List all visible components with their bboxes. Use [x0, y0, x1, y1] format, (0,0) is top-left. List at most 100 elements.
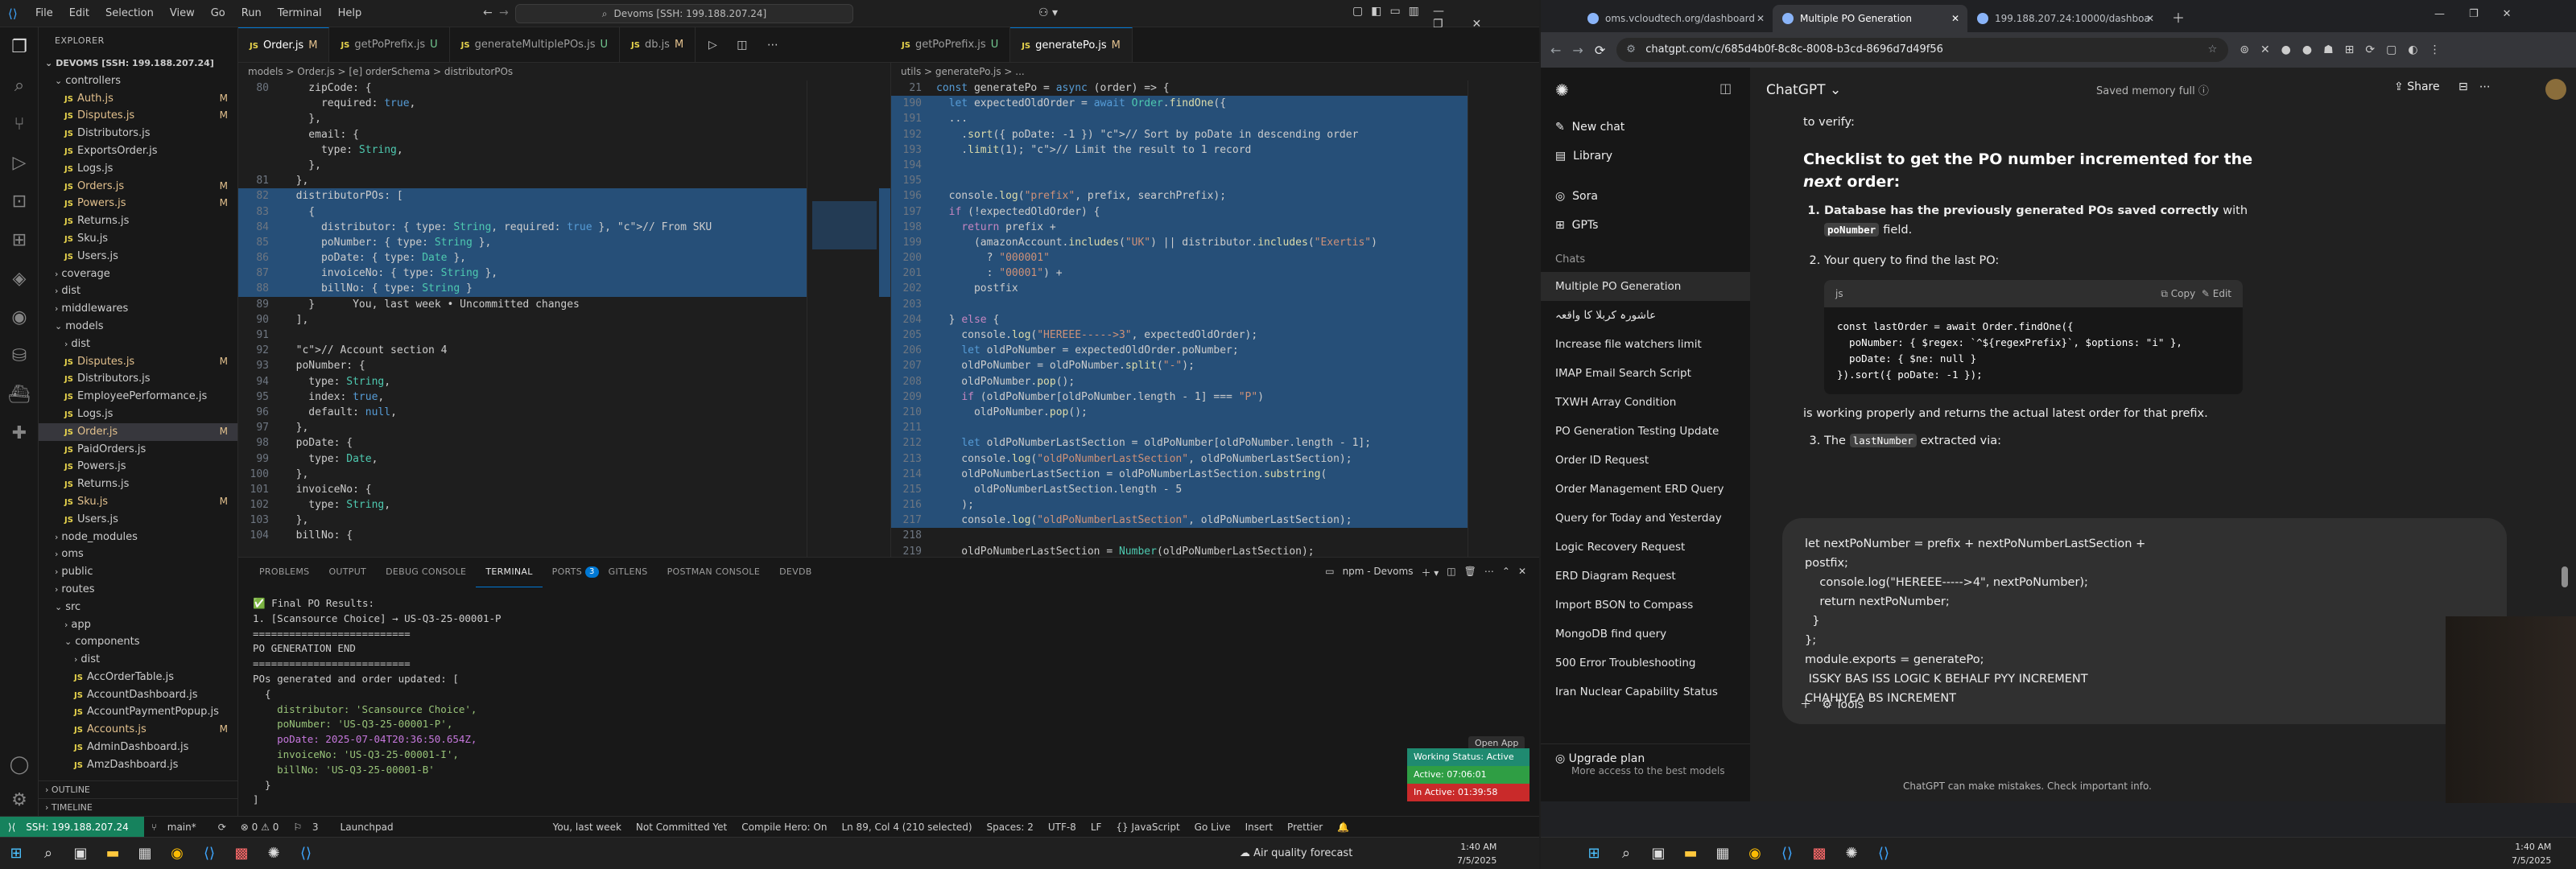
- taskbar-search-icon[interactable]: ⌕: [32, 838, 64, 869]
- extensions-icon[interactable]: ⊞: [0, 220, 39, 259]
- file-explorer-icon[interactable]: ▬: [97, 838, 129, 869]
- file-accountpaymentpopup-js[interactable]: JS AccountPaymentPopup.js: [39, 703, 237, 721]
- menu-item-edit[interactable]: Edit: [61, 0, 97, 27]
- app-taskbar-icon[interactable]: ▩: [1803, 838, 1835, 869]
- menu-item-go[interactable]: Go: [203, 0, 233, 27]
- workspace-root[interactable]: ⌄ DEVOMS [SSH: 199.188.207.24]: [39, 55, 237, 72]
- menu-item-terminal[interactable]: Terminal: [270, 0, 330, 27]
- account-icon[interactable]: ◯: [0, 745, 39, 784]
- avatar[interactable]: [2545, 79, 2566, 100]
- work-status-badge[interactable]: Working Status: Active: [1407, 748, 1530, 766]
- work-status-badge[interactable]: In Active: 01:39:58: [1407, 784, 1530, 801]
- task-view-icon[interactable]: ▣: [64, 838, 97, 869]
- chrome-icon[interactable]: ◉: [1739, 838, 1771, 869]
- share-button[interactable]: ⇪ Share: [2394, 80, 2440, 93]
- close-panel-icon[interactable]: ✕: [1518, 566, 1526, 579]
- library-button[interactable]: ▤ Library: [1541, 142, 1750, 171]
- database-icon[interactable]: ⛁: [0, 336, 39, 375]
- menu-item-file[interactable]: File: [27, 0, 61, 27]
- clock-right[interactable]: 1:40 AM 7/5/2025: [2512, 840, 2551, 867]
- file-employeeperformance-js[interactable]: JS EmployeePerformance.js: [39, 388, 237, 406]
- folder-public[interactable]: › public: [39, 563, 237, 581]
- minimap-left[interactable]: [807, 80, 879, 557]
- chat-history-item[interactable]: Query for Today and Yesterday: [1541, 504, 1750, 533]
- chat-history-item[interactable]: Logic Recovery Request: [1541, 533, 1750, 562]
- folder-coverage[interactable]: › coverage: [39, 266, 237, 283]
- more-icon[interactable]: ⋯: [1484, 566, 1494, 579]
- header-actions[interactable]: ⊟⋯: [2458, 80, 2502, 93]
- editor-right[interactable]: 21 const generatePo = async (order) => {1…: [890, 80, 1539, 557]
- commit-item[interactable]: Not Committed Yet: [629, 822, 734, 833]
- reload-icon[interactable]: ⟳: [1595, 43, 1605, 58]
- chat-history-item[interactable]: Order Management ERD Query: [1541, 475, 1750, 504]
- launchpad-item[interactable]: Launchpad: [333, 822, 401, 833]
- editor-tab[interactable]: JS getPoPrefix.js U: [329, 27, 450, 62]
- run-debug-icon[interactable]: ▷: [0, 143, 39, 182]
- nav-back-icon[interactable]: ←: [483, 6, 493, 19]
- chat-history-item[interactable]: ERD Diagram Request: [1541, 562, 1750, 591]
- chat-history-item[interactable]: IMAP Email Search Script: [1541, 359, 1750, 388]
- split-terminal-icon[interactable]: ◫: [1447, 566, 1455, 579]
- search-icon[interactable]: ⌕: [0, 66, 39, 105]
- app-taskbar-icon[interactable]: ▩: [225, 838, 258, 869]
- file-disputes-js[interactable]: JS Disputes.js M: [39, 107, 237, 125]
- file-exportsorder-js[interactable]: JS ExportsOrder.js: [39, 142, 237, 160]
- chat-history-item[interactable]: TXWH Array Condition: [1541, 388, 1750, 417]
- chrome-window-controls[interactable]: —❐✕: [2434, 8, 2536, 20]
- new-tab-icon[interactable]: ＋: [2162, 5, 2185, 32]
- file-accountdashboard-js[interactable]: JS AccountDashboard.js: [39, 686, 237, 704]
- file-accounts-js[interactable]: JS Accounts.js M: [39, 721, 237, 739]
- panel-tab-gitlens[interactable]: GITLENS: [599, 558, 658, 587]
- eol[interactable]: LF: [1084, 822, 1109, 833]
- tools-button[interactable]: ＋ ⚙ Tools: [1800, 695, 1864, 715]
- folder-controllers[interactable]: ⌄ controllers: [39, 72, 237, 90]
- maximize-panel-icon[interactable]: ⌃: [1502, 566, 1510, 579]
- add-terminal-icon[interactable]: ＋ ▾: [1421, 566, 1439, 579]
- store-icon[interactable]: ▦: [129, 838, 161, 869]
- panel-tab-ports[interactable]: PORTS: [543, 558, 592, 587]
- vscode-taskbar-icon[interactable]: ⟨⟩: [193, 838, 225, 869]
- gpts-button[interactable]: ⊞ GPTs: [1541, 211, 1750, 240]
- vscode-secondary-icon[interactable]: ⟨⟩: [1868, 838, 1900, 869]
- panel-tab-terminal[interactable]: TERMINAL: [476, 558, 543, 587]
- ports-indicator[interactable]: ⚐ 3: [286, 822, 332, 833]
- section-outline[interactable]: › OUTLINE: [39, 780, 237, 798]
- browser-tab[interactable]: 199.188.207.24:10000/dashboa ✕: [1967, 5, 2162, 32]
- panel-tab-debug-console[interactable]: DEBUG CONSOLE: [376, 558, 476, 587]
- file-distributors-js[interactable]: JS Distributors.js: [39, 370, 237, 388]
- bell-icon[interactable]: 🔔: [1330, 822, 1356, 833]
- vscode-secondary-icon[interactable]: ⟨⟩: [290, 838, 322, 869]
- terminal-name[interactable]: npm - Devoms: [1343, 566, 1414, 579]
- chat-history-item[interactable]: Multiple PO Generation: [1541, 272, 1750, 301]
- editor-tab[interactable]: JS getPoPrefix.js U: [890, 27, 1011, 62]
- file-powers-js[interactable]: JS Powers.js M: [39, 195, 237, 212]
- chat-history-item[interactable]: Import BSON to Compass: [1541, 591, 1750, 620]
- windows-start-icon[interactable]: ⊞: [1578, 838, 1610, 869]
- store-icon[interactable]: ▦: [1707, 838, 1739, 869]
- editor-tab[interactable]: JS db.js M: [620, 27, 696, 62]
- site-info-icon[interactable]: ⚙: [1626, 38, 1636, 62]
- address-bar[interactable]: ⚙ chatgpt.com/c/685d4b0f-8c8c-8008-b3cd-8…: [1616, 38, 2229, 62]
- scrollbar-thumb[interactable]: [2562, 566, 2568, 587]
- chatgpt-taskbar-icon[interactable]: ✺: [258, 838, 290, 869]
- encoding[interactable]: UTF-8: [1041, 822, 1084, 833]
- editor-left[interactable]: 80 zipCode: { required: true, }, email: …: [238, 80, 890, 557]
- close-tab-icon[interactable]: ✕: [2146, 5, 2154, 32]
- folder-src[interactable]: ⌄ src: [39, 599, 237, 616]
- taskbar-search-icon[interactable]: ⌕: [1610, 838, 1642, 869]
- openai-logo-icon[interactable]: ✺: [1555, 80, 1569, 100]
- close-tab-icon[interactable]: ✕: [1951, 5, 1959, 32]
- file-amzdashboard-js[interactable]: JS AmzDashboard.js: [39, 756, 237, 774]
- bookmark-star-icon[interactable]: ☆: [2208, 38, 2218, 62]
- menu-item-view[interactable]: View: [162, 0, 203, 27]
- work-status-badge[interactable]: Active: 07:06:01: [1407, 766, 1530, 784]
- file-returns-js[interactable]: JS Returns.js: [39, 212, 237, 230]
- back-icon[interactable]: ←: [1550, 43, 1561, 58]
- compile-hero-item[interactable]: Compile Hero: On: [734, 822, 834, 833]
- language-mode[interactable]: {} JavaScript: [1108, 822, 1187, 833]
- terminal-output[interactable]: ✅ Final PO Results: 1. [Scansource Choice…: [238, 587, 1539, 818]
- docker-icon[interactable]: ⛴: [0, 375, 39, 414]
- copilot-icon[interactable]: ⚇ ▾: [1038, 6, 1058, 19]
- close-sidebar-icon[interactable]: ◫: [1719, 80, 1732, 96]
- folder-routes[interactable]: › routes: [39, 581, 237, 599]
